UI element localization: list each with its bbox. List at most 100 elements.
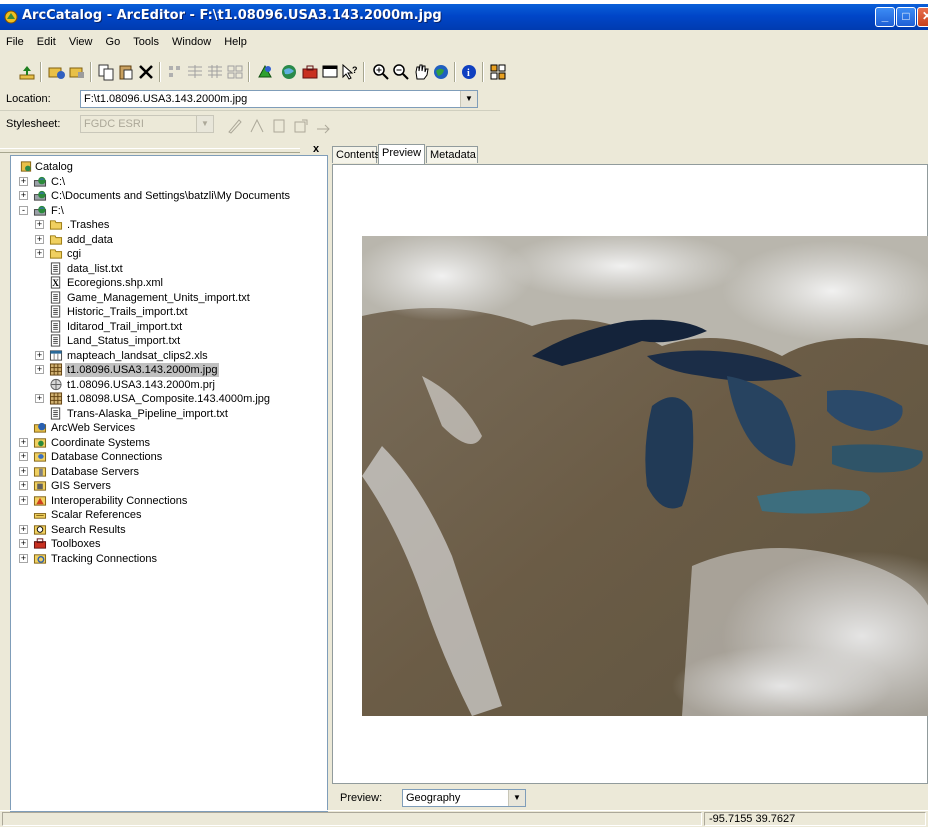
tree-item[interactable]: t1.08096.USA3.143.2000m.prj: [19, 378, 319, 392]
chevron-down-icon[interactable]: ▼: [196, 116, 213, 132]
expand-icon[interactable]: +: [19, 452, 28, 461]
text-file-icon: [50, 290, 61, 304]
expand-icon[interactable]: +: [19, 524, 28, 534]
pan-icon[interactable]: [412, 63, 430, 81]
connect-folder-icon[interactable]: [48, 63, 66, 81]
tree-item[interactable]: + t1.08098.USA_Composite.143.4000m.jpg: [19, 392, 319, 406]
projection-icon: [50, 378, 62, 390]
tree-item[interactable]: Land_Status_import.txt: [19, 334, 319, 348]
full-extent-icon[interactable]: [432, 63, 450, 81]
stylesheet-select[interactable]: FGDC ESRI ▼: [80, 115, 214, 133]
tree-item[interactable]: + cgi: [19, 247, 319, 261]
tree-item[interactable]: + Coordinate Systems: [19, 436, 319, 450]
tree-item[interactable]: X Ecoregions.shp.xml: [19, 276, 319, 290]
create-thumbnail-icon[interactable]: [489, 63, 507, 81]
zoom-in-icon[interactable]: [372, 63, 390, 81]
details-icon[interactable]: [206, 63, 224, 81]
expand-icon[interactable]: +: [19, 191, 28, 200]
tab-contents[interactable]: Contents: [332, 146, 380, 163]
zoom-out-icon[interactable]: [392, 63, 410, 81]
expand-icon[interactable]: +: [19, 466, 28, 476]
thumbnails-icon[interactable]: [226, 63, 244, 81]
expand-icon[interactable]: +: [35, 394, 44, 403]
expand-icon[interactable]: +: [35, 249, 44, 258]
tree-item[interactable]: + add_data: [19, 233, 319, 247]
expand-icon[interactable]: +: [35, 365, 44, 374]
export-metadata-icon[interactable]: [292, 117, 310, 135]
tree-item[interactable]: + Database Connections: [19, 450, 319, 464]
arctoolbox-icon[interactable]: [301, 63, 319, 81]
delete-icon[interactable]: [137, 63, 155, 81]
maximize-button[interactable]: □: [896, 7, 916, 27]
stylesheet-value: FGDC ESRI: [84, 118, 144, 130]
tree-item[interactable]: Trans-Alaska_Pipeline_import.txt: [19, 406, 319, 421]
menu-edit[interactable]: Edit: [31, 33, 60, 48]
tree-item[interactable]: + Interoperability Connections: [19, 494, 319, 508]
tree-item[interactable]: Game_Management_Units_import.txt: [19, 290, 319, 305]
menu-window[interactable]: Window: [166, 33, 215, 48]
up-one-level-icon[interactable]: [18, 63, 36, 81]
tree-item[interactable]: Scalar References: [19, 508, 319, 522]
expand-icon[interactable]: +: [19, 176, 28, 186]
list-icon[interactable]: [186, 63, 204, 81]
location-bar: Location: F:\t1.08096.USA3.143.2000m.jpg…: [0, 89, 500, 111]
update-metadata-icon[interactable]: [314, 117, 332, 135]
tree-item-label: Database Connections: [51, 451, 163, 463]
preview-mode-select[interactable]: Geography ▼: [402, 789, 526, 807]
expand-icon[interactable]: +: [35, 350, 44, 360]
paste-icon[interactable]: [117, 63, 135, 81]
tree-item[interactable]: ArcWeb Services: [19, 421, 319, 435]
expand-icon[interactable]: +: [35, 220, 44, 229]
window-title: ArcCatalog - ArcEditor - F:\t1.08096.USA…: [22, 8, 442, 23]
tree-item[interactable]: Iditarod_Trail_import.txt: [19, 319, 319, 334]
menu-file[interactable]: File: [0, 33, 28, 48]
metadata-properties-icon[interactable]: [248, 117, 266, 135]
tree-item[interactable]: - F:\: [19, 204, 319, 218]
identify-icon[interactable]: i: [460, 63, 478, 81]
tree-item[interactable]: + Tracking Connections: [19, 552, 319, 566]
tree-item-label: Land_Status_import.txt: [67, 335, 181, 347]
expand-icon[interactable]: +: [19, 437, 28, 447]
collapse-icon[interactable]: -: [19, 205, 28, 215]
copy-icon[interactable]: [97, 63, 115, 81]
expand-icon[interactable]: +: [35, 234, 44, 244]
import-metadata-icon[interactable]: [270, 117, 288, 135]
tree-item[interactable]: + mapteach_landsat_clips2.xls: [19, 349, 319, 363]
whats-this-icon[interactable]: ?: [341, 63, 359, 81]
expand-icon[interactable]: +: [19, 539, 28, 548]
edit-metadata-icon[interactable]: [226, 117, 244, 135]
tree-item[interactable]: Historic_Trails_import.txt: [19, 305, 319, 319]
tree-item[interactable]: + C:\: [19, 175, 319, 189]
close-tree-button[interactable]: x: [313, 143, 319, 155]
metadata-icon[interactable]: [280, 63, 298, 81]
location-input[interactable]: F:\t1.08096.USA3.143.2000m.jpg ▼: [80, 90, 478, 108]
tree-item[interactable]: + .Trashes: [19, 218, 319, 232]
expand-icon[interactable]: +: [19, 495, 28, 505]
menu-tools[interactable]: Tools: [127, 33, 163, 48]
tree-item[interactable]: + GIS Servers: [19, 479, 319, 493]
large-icons-icon[interactable]: [166, 63, 184, 81]
tree-item[interactable]: + Database Servers: [19, 465, 319, 479]
tree-item[interactable]: + C:\Documents and Settings\batzli\My Doc…: [19, 189, 319, 203]
satellite-image-preview[interactable]: [362, 236, 928, 716]
menu-go[interactable]: Go: [100, 33, 125, 48]
tree-item[interactable]: data_list.txt: [19, 261, 319, 276]
chevron-down-icon[interactable]: ▼: [508, 790, 525, 806]
chevron-down-icon[interactable]: ▼: [460, 91, 477, 107]
command-line-icon[interactable]: [321, 63, 339, 81]
expand-icon[interactable]: +: [19, 553, 28, 563]
close-button[interactable]: ✕: [917, 7, 928, 27]
launch-arcmap-icon[interactable]: [256, 63, 274, 81]
expand-icon[interactable]: +: [19, 481, 28, 490]
tree-item[interactable]: Catalog: [19, 160, 319, 174]
tab-preview[interactable]: Preview: [378, 144, 425, 164]
panel-grip[interactable]: [0, 148, 300, 153]
menu-help[interactable]: Help: [218, 33, 251, 48]
minimize-button[interactable]: _: [875, 7, 895, 27]
menu-view[interactable]: View: [63, 33, 97, 48]
tree-item[interactable]: + Toolboxes: [19, 537, 319, 551]
disconnect-folder-icon[interactable]: [68, 63, 86, 81]
tree-item[interactable]: + Search Results: [19, 523, 319, 537]
tree-item[interactable]: + t1.08096.USA3.143.2000m.jpg: [19, 363, 319, 377]
tab-metadata[interactable]: Metadata: [426, 146, 478, 163]
